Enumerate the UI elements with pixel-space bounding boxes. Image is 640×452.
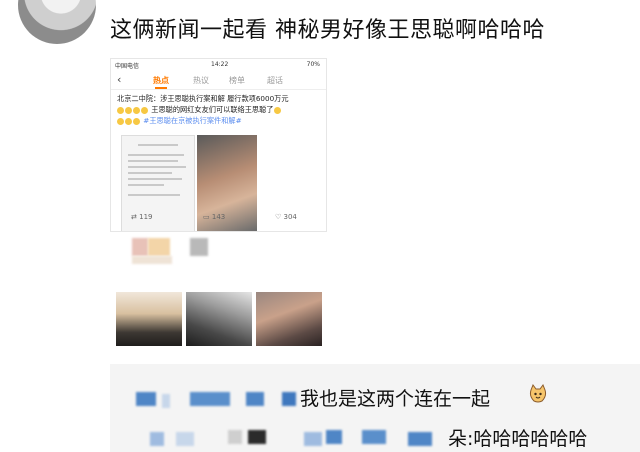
like-button[interactable]: ♡ 304 [275, 213, 297, 221]
headline-text-2: 王思聪的网红女友们可以联络王思聪了 [151, 105, 274, 114]
back-icon[interactable]: ‹ [117, 73, 121, 86]
tab-indicator [155, 87, 167, 89]
pixelated-username [248, 430, 266, 444]
pixelated-username [408, 432, 432, 446]
embedded-screenshot[interactable]: 中国电信 14:22 70% ‹ 热点 热议 榜单 超话 北京二中院：涉王思聪执… [110, 58, 327, 232]
avatar[interactable] [18, 0, 96, 44]
doc-line [128, 178, 182, 180]
comment-icon: ▭ [203, 213, 210, 221]
comment-button[interactable]: ▭ 143 [203, 213, 225, 221]
repost-icon: ⇄ [131, 213, 137, 221]
emoji-icon [141, 106, 148, 114]
cat-emoji-icon [528, 383, 548, 404]
pixelated-username [304, 432, 322, 446]
pixelated-username [176, 432, 194, 446]
pixelated-username [190, 392, 230, 406]
emoji-icon [117, 117, 124, 125]
post-stats: ⇄ 119 ▭ 143 ♡ 304 [111, 207, 326, 227]
like-count: 304 [283, 213, 297, 221]
comment-text-2: 朵:哈哈哈哈哈哈 [448, 428, 588, 450]
news-headline[interactable]: 北京二中院：涉王思聪执行案和解 履行款项6000万元 王思聪的网红女友们可以联络… [117, 93, 322, 126]
emoji-icon [125, 106, 132, 114]
repost-button[interactable]: ⇄ 119 [131, 213, 152, 221]
tab-bar: ‹ 热点 热议 榜单 超话 [111, 71, 326, 90]
pixelated-username [362, 430, 386, 444]
doc-line [128, 184, 164, 186]
photo-thumbnail[interactable] [116, 292, 182, 346]
tab-hot[interactable]: 热点 [153, 75, 169, 86]
doc-line [138, 144, 178, 146]
hashtag-link[interactable]: #王思聪在京被执行案件和解# [143, 116, 241, 125]
doc-line [128, 194, 180, 196]
clock: 14:22 [211, 61, 229, 68]
pixelated-username [136, 392, 156, 406]
pixelated-username [162, 394, 170, 408]
status-bar: 中国电信 14:22 70% [111, 59, 326, 70]
pixelated-block [132, 256, 172, 264]
tab-ranking[interactable]: 榜单 [229, 75, 245, 86]
carrier-label: 中国电信 [115, 63, 140, 70]
doc-line [128, 172, 172, 174]
comment-count: 143 [211, 213, 226, 221]
tab-super-topic[interactable]: 超话 [267, 75, 283, 86]
emoji-icon [117, 106, 124, 114]
emoji-icon [133, 117, 140, 125]
photo-thumbnail[interactable] [186, 292, 252, 346]
tab-discussion[interactable]: 热议 [193, 75, 209, 86]
emoji-icon [273, 106, 281, 114]
photo-thumbnail[interactable] [256, 292, 322, 346]
pixelated-block [132, 238, 148, 256]
doc-line [128, 166, 186, 168]
pixelated-block [190, 238, 208, 256]
post-text: 这俩新闻一起看 神秘男好像王思聪啊哈哈哈 [110, 18, 545, 43]
like-icon: ♡ [275, 213, 282, 221]
battery-level: 70% [306, 61, 320, 68]
emoji-icon [133, 106, 140, 114]
comment-text-1: 我也是这两个连在一起 [300, 388, 491, 410]
headline-text: 北京二中院：涉王思聪执行案和解 履行款项6000万元 [117, 94, 289, 103]
pixelated-username [228, 430, 242, 444]
pixelated-username [150, 432, 164, 446]
doc-line [128, 154, 184, 156]
pixelated-username [326, 430, 342, 444]
pixelated-username [282, 392, 296, 406]
pixelated-block [148, 238, 170, 256]
pixelated-username [246, 392, 264, 406]
emoji-icon [125, 117, 132, 125]
repost-count: 119 [139, 213, 153, 221]
doc-line [128, 160, 178, 162]
